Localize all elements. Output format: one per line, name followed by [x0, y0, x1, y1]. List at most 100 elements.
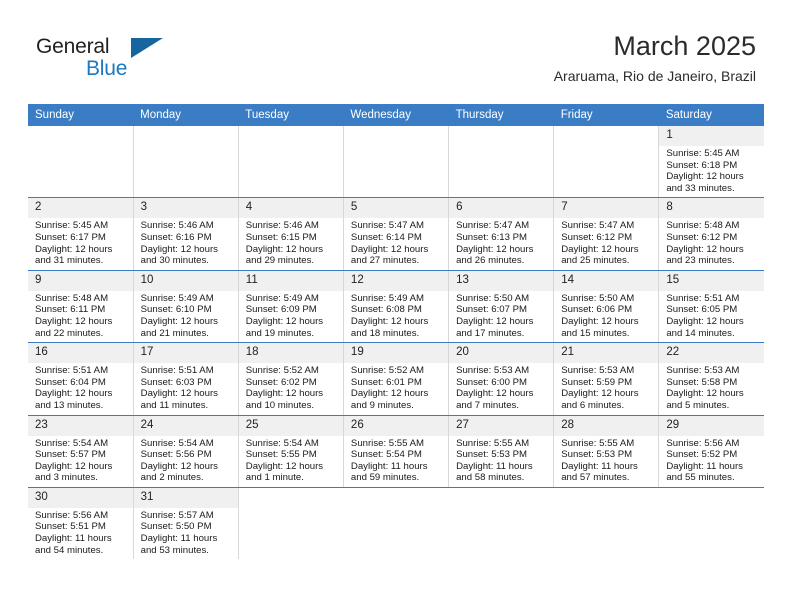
- calendar-day-cell[interactable]: 15 Sunrise: 5:51 AM Sunset: 6:05 PM Dayligh…: [658, 270, 764, 344]
- calendar-day-cell[interactable]: 27 Sunrise: 5:55 AM Sunset: 5:53 PM Dayligh…: [448, 415, 555, 488]
- day-details: Sunrise: 5:54 AM Sunset: 5:55 PM Daylight:…: [239, 436, 343, 487]
- weekday-header-wednesday: Wednesday: [343, 104, 449, 126]
- calendar-day-cell[interactable]: 31 Sunrise: 5:57 AM Sunset: 5:50 PM Dayligh…: [133, 487, 239, 560]
- day-number: 13: [449, 270, 554, 291]
- day-detail-line: Sunset: 6:12 PM: [666, 231, 738, 243]
- calendar-day-cell[interactable]: 30 Sunrise: 5:56 AM Sunset: 5:51 PM Dayligh…: [28, 487, 134, 560]
- day-number: [343, 488, 448, 495]
- calendar-cell-empty: [553, 126, 660, 199]
- day-detail-line: and 19 minutes.: [245, 327, 315, 339]
- calendar-day-cell[interactable]: 21 Sunrise: 5:53 AM Sunset: 5:59 PM Dayligh…: [553, 342, 660, 416]
- day-detail-line: Sunrise: 5:53 AM: [666, 365, 740, 377]
- calendar-day-cell[interactable]: 16 Sunrise: 5:51 AM Sunset: 6:04 PM Dayligh…: [28, 342, 134, 416]
- location-subtitle: Araruama, Rio de Janeiro, Brazil: [553, 68, 756, 84]
- calendar-day-cell[interactable]: 19 Sunrise: 5:52 AM Sunset: 6:01 PM Dayligh…: [343, 342, 450, 416]
- weekday-header-monday: Monday: [133, 104, 239, 126]
- calendar-day-cell[interactable]: 14 Sunrise: 5:50 AM Sunset: 6:06 PM Dayligh…: [553, 270, 660, 344]
- day-detail-line: Sunrise: 5:45 AM: [35, 220, 109, 232]
- calendar-day-cell[interactable]: 8 Sunrise: 5:48 AM Sunset: 6:12 PM Daylight…: [658, 197, 764, 271]
- day-detail-line: Sunrise: 5:45 AM: [666, 148, 740, 159]
- day-detail-line: and 25 minutes.: [561, 255, 630, 267]
- day-number: 29: [659, 415, 764, 436]
- day-number: 16: [28, 343, 133, 364]
- calendar-day-cell[interactable]: 28 Sunrise: 5:55 AM Sunset: 5:53 PM Dayligh…: [553, 415, 660, 488]
- day-detail-line: Sunrise: 5:48 AM: [35, 292, 109, 304]
- day-number: 9: [28, 270, 133, 291]
- day-detail-line: Sunrise: 5:50 AM: [456, 292, 530, 304]
- calendar-cell-empty: [238, 126, 344, 199]
- calendar-day-cell[interactable]: 6 Sunrise: 5:47 AM Sunset: 6:13 PM Daylight…: [448, 197, 555, 271]
- day-detail-line: Daylight: 12 hours: [561, 315, 639, 327]
- day-detail-line: and 1 minute.: [245, 472, 304, 484]
- calendar-day-cell[interactable]: 23 Sunrise: 5:54 AM Sunset: 5:57 PM Dayligh…: [28, 415, 134, 488]
- day-details: Sunrise: 5:52 AM Sunset: 6:01 PM Daylight:…: [344, 363, 448, 414]
- day-number: 15: [659, 270, 764, 291]
- calendar-day-cell[interactable]: 26 Sunrise: 5:55 AM Sunset: 5:54 PM Dayligh…: [343, 415, 450, 488]
- day-detail-line: Daylight: 12 hours: [561, 243, 639, 255]
- calendar-cell-empty: [448, 126, 555, 199]
- day-details: Sunrise: 5:48 AM Sunset: 6:11 PM Daylight:…: [28, 291, 133, 342]
- day-number: 1: [659, 126, 764, 146]
- calendar-day-cell[interactable]: 17 Sunrise: 5:51 AM Sunset: 6:03 PM Dayligh…: [133, 342, 239, 416]
- day-detail-line: Sunset: 5:56 PM: [140, 449, 212, 461]
- weekday-header-sunday: Sunday: [28, 104, 134, 126]
- calendar-day-cell[interactable]: 12 Sunrise: 5:49 AM Sunset: 6:08 PM Dayligh…: [343, 270, 450, 344]
- day-number: [449, 126, 553, 133]
- day-detail-line: Sunset: 5:50 PM: [140, 521, 212, 533]
- day-detail-line: Sunrise: 5:54 AM: [35, 437, 109, 449]
- day-detail-line: and 30 minutes.: [140, 255, 209, 267]
- day-number: 21: [554, 343, 659, 364]
- day-detail-line: Sunset: 6:01 PM: [350, 376, 422, 388]
- calendar-day-cell[interactable]: 10 Sunrise: 5:49 AM Sunset: 6:10 PM Dayligh…: [133, 270, 239, 344]
- calendar-day-cell[interactable]: 13 Sunrise: 5:50 AM Sunset: 6:07 PM Dayligh…: [448, 270, 555, 344]
- calendar-day-cell[interactable]: 1 Sunrise: 5:45 AM Sunset: 6:18 PM Daylight…: [658, 126, 764, 199]
- day-number: 11: [238, 270, 343, 291]
- day-detail-line: and 17 minutes.: [456, 327, 525, 339]
- day-detail-line: Sunset: 6:04 PM: [35, 376, 106, 388]
- day-details: Sunrise: 5:56 AM Sunset: 5:52 PM Daylight:…: [659, 436, 764, 487]
- calendar-day-cell[interactable]: 29 Sunrise: 5:56 AM Sunset: 5:52 PM Dayligh…: [658, 415, 764, 488]
- day-detail-line: Daylight: 12 hours: [456, 388, 534, 400]
- day-details: Sunrise: 5:52 AM Sunset: 6:02 PM Daylight:…: [239, 363, 343, 414]
- calendar-day-cell[interactable]: 22 Sunrise: 5:53 AM Sunset: 5:58 PM Dayligh…: [658, 342, 764, 416]
- day-detail-line: and 18 minutes.: [350, 327, 420, 339]
- day-detail-line: Sunrise: 5:55 AM: [350, 437, 424, 449]
- day-detail-line: Sunrise: 5:47 AM: [561, 220, 635, 232]
- calendar-day-cell[interactable]: 3 Sunrise: 5:46 AM Sunset: 6:16 PM Daylight…: [133, 197, 239, 271]
- day-number: 10: [133, 270, 238, 291]
- day-detail-line: Sunrise: 5:57 AM: [140, 509, 214, 521]
- calendar-day-cell[interactable]: 9 Sunrise: 5:48 AM Sunset: 6:11 PM Daylight…: [28, 270, 134, 344]
- calendar-day-cell[interactable]: 11 Sunrise: 5:49 AM Sunset: 6:09 PM Dayligh…: [238, 270, 344, 344]
- day-number: 25: [238, 415, 343, 436]
- day-details: Sunrise: 5:51 AM Sunset: 6:04 PM Daylight:…: [28, 363, 133, 414]
- day-number: 3: [133, 198, 238, 219]
- day-detail-line: Daylight: 12 hours: [245, 315, 324, 327]
- calendar-day-cell[interactable]: 7 Sunrise: 5:47 AM Sunset: 6:12 PM Daylight…: [553, 197, 660, 271]
- day-detail-line: and 27 minutes.: [350, 255, 420, 267]
- day-detail-line: and 14 minutes.: [666, 327, 735, 339]
- day-details: Sunrise: 5:46 AM Sunset: 6:16 PM Daylight:…: [134, 218, 238, 269]
- day-detail-line: Sunset: 6:08 PM: [350, 304, 422, 316]
- calendar-day-cell[interactable]: 20 Sunrise: 5:53 AM Sunset: 6:00 PM Dayligh…: [448, 342, 555, 416]
- calendar-day-cell[interactable]: 18 Sunrise: 5:52 AM Sunset: 6:02 PM Dayligh…: [238, 342, 344, 416]
- calendar-day-cell[interactable]: 4 Sunrise: 5:46 AM Sunset: 6:15 PM Daylight…: [238, 197, 344, 271]
- day-details: Sunrise: 5:55 AM Sunset: 5:54 PM Daylight:…: [344, 436, 448, 487]
- day-detail-line: Sunset: 6:14 PM: [350, 231, 422, 243]
- day-detail-line: Daylight: 12 hours: [456, 315, 534, 327]
- calendar-cell-empty: [133, 126, 239, 199]
- calendar-day-cell[interactable]: 25 Sunrise: 5:54 AM Sunset: 5:55 PM Dayligh…: [238, 415, 344, 488]
- calendar-day-cell[interactable]: 2 Sunrise: 5:45 AM Sunset: 6:17 PM Daylight…: [28, 197, 134, 271]
- calendar-day-cell[interactable]: 5 Sunrise: 5:47 AM Sunset: 6:14 PM Daylight…: [343, 197, 450, 271]
- day-detail-line: and 26 minutes.: [456, 255, 525, 267]
- calendar-cell-empty: [28, 126, 134, 199]
- day-details: Sunrise: 5:45 AM Sunset: 6:18 PM Daylight:…: [659, 146, 764, 197]
- day-detail-line: Daylight: 12 hours: [35, 315, 113, 327]
- general-blue-logo[interactable]: General Blue: [36, 34, 176, 90]
- day-detail-line: Daylight: 11 hours: [561, 460, 638, 472]
- day-detail-line: Sunrise: 5:48 AM: [666, 220, 740, 232]
- day-detail-line: Daylight: 12 hours: [350, 315, 429, 327]
- day-number: [239, 126, 343, 133]
- day-number: 22: [659, 343, 764, 364]
- day-number: 2: [28, 198, 133, 219]
- calendar-day-cell[interactable]: 24 Sunrise: 5:54 AM Sunset: 5:56 PM Dayligh…: [133, 415, 239, 488]
